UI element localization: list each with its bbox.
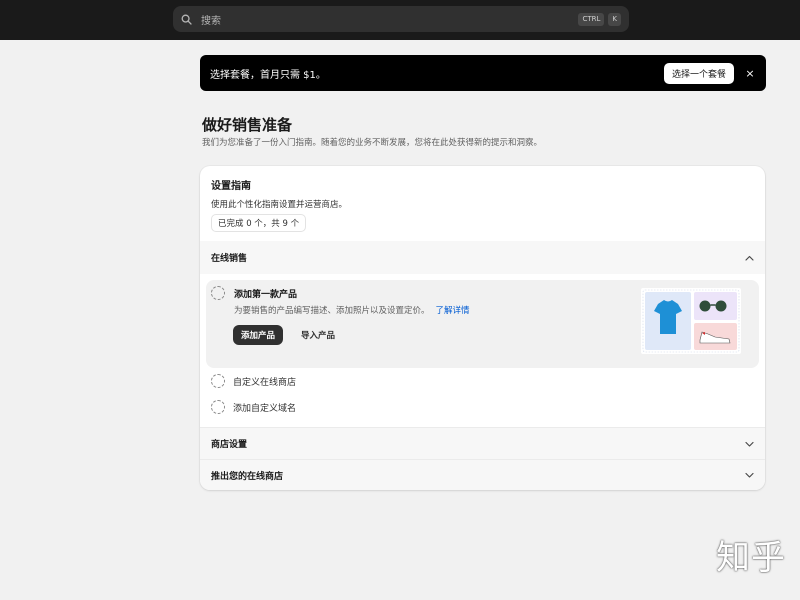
sunglasses-icon (699, 300, 711, 312)
section-label: 商店设置 (211, 440, 248, 450)
import-products-button[interactable]: 导入产品 (301, 329, 335, 341)
progress-badge: 已完成 0 个，共 9 个 (211, 214, 307, 232)
search-input[interactable]: 搜索 (201, 12, 574, 27)
setup-guide-card: 设置指南 使用此个性化指南设置并运营商店。 已完成 0 个，共 9 个 在线销售… (200, 166, 765, 490)
shortcut-key-ctrl: CTRL (578, 12, 605, 26)
zhihu-watermark: 知乎 (716, 538, 786, 578)
task-customize-store[interactable]: 自定义在线商店 (200, 369, 765, 393)
task-description-text: 为要销售的产品编写描述、添加照片以及设置定价。 (234, 306, 430, 316)
task-label: 添加自定义域名 (233, 404, 297, 414)
task-status-circle-icon[interactable] (211, 400, 225, 414)
section-store-settings[interactable]: 商店设置 (200, 427, 765, 459)
section-launch-store[interactable]: 推出您的在线商店 (200, 459, 765, 490)
task-description: 为要销售的产品编写描述、添加照片以及设置定价。 了解详情 (234, 304, 470, 316)
close-icon[interactable]: × (744, 67, 756, 80)
chevron-up-icon[interactable] (744, 253, 754, 263)
add-product-button[interactable]: 添加产品 (233, 325, 284, 345)
setup-guide-description: 使用此个性化指南设置并运营商店。 (211, 200, 348, 210)
search-bar[interactable]: 搜索 CTRL K (173, 6, 629, 32)
chevron-down-icon[interactable] (744, 470, 754, 480)
task-add-custom-domain[interactable]: 添加自定义域名 (200, 395, 765, 419)
task-status-circle-icon[interactable] (211, 374, 225, 388)
product-illustration (641, 288, 741, 354)
choose-plan-button[interactable]: 选择一个套餐 (663, 62, 734, 84)
task-title: 添加第一款产品 (234, 290, 298, 300)
chevron-down-icon[interactable] (744, 439, 754, 449)
promo-banner-text: 选择套餐，首月只需 $1。 (210, 69, 326, 81)
search-icon (181, 12, 195, 26)
task-status-circle-icon[interactable] (211, 286, 225, 300)
learn-more-link[interactable]: 了解详情 (436, 306, 470, 316)
section-label: 在线销售 (211, 254, 248, 264)
task-label: 自定义在线商店 (233, 378, 297, 388)
section-online-sales[interactable]: 在线销售 (200, 241, 765, 274)
top-bar: 搜索 CTRL K (0, 0, 800, 40)
promo-banner: 选择套餐，首月只需 $1。 选择一个套餐 × (200, 55, 766, 91)
task-add-first-product: 添加第一款产品 为要销售的产品编写描述、添加照片以及设置定价。 了解详情 添加产品… (206, 280, 759, 368)
page-subtitle: 我们为您准备了一份入门指南。随着您的业务不断发展，您将在此处获得新的提示和洞察。 (202, 138, 543, 148)
shortcut-key-k: K (608, 12, 621, 26)
section-label: 推出您的在线商店 (211, 471, 284, 482)
page-title: 做好销售准备 (202, 116, 293, 134)
setup-guide-title: 设置指南 (211, 181, 251, 192)
